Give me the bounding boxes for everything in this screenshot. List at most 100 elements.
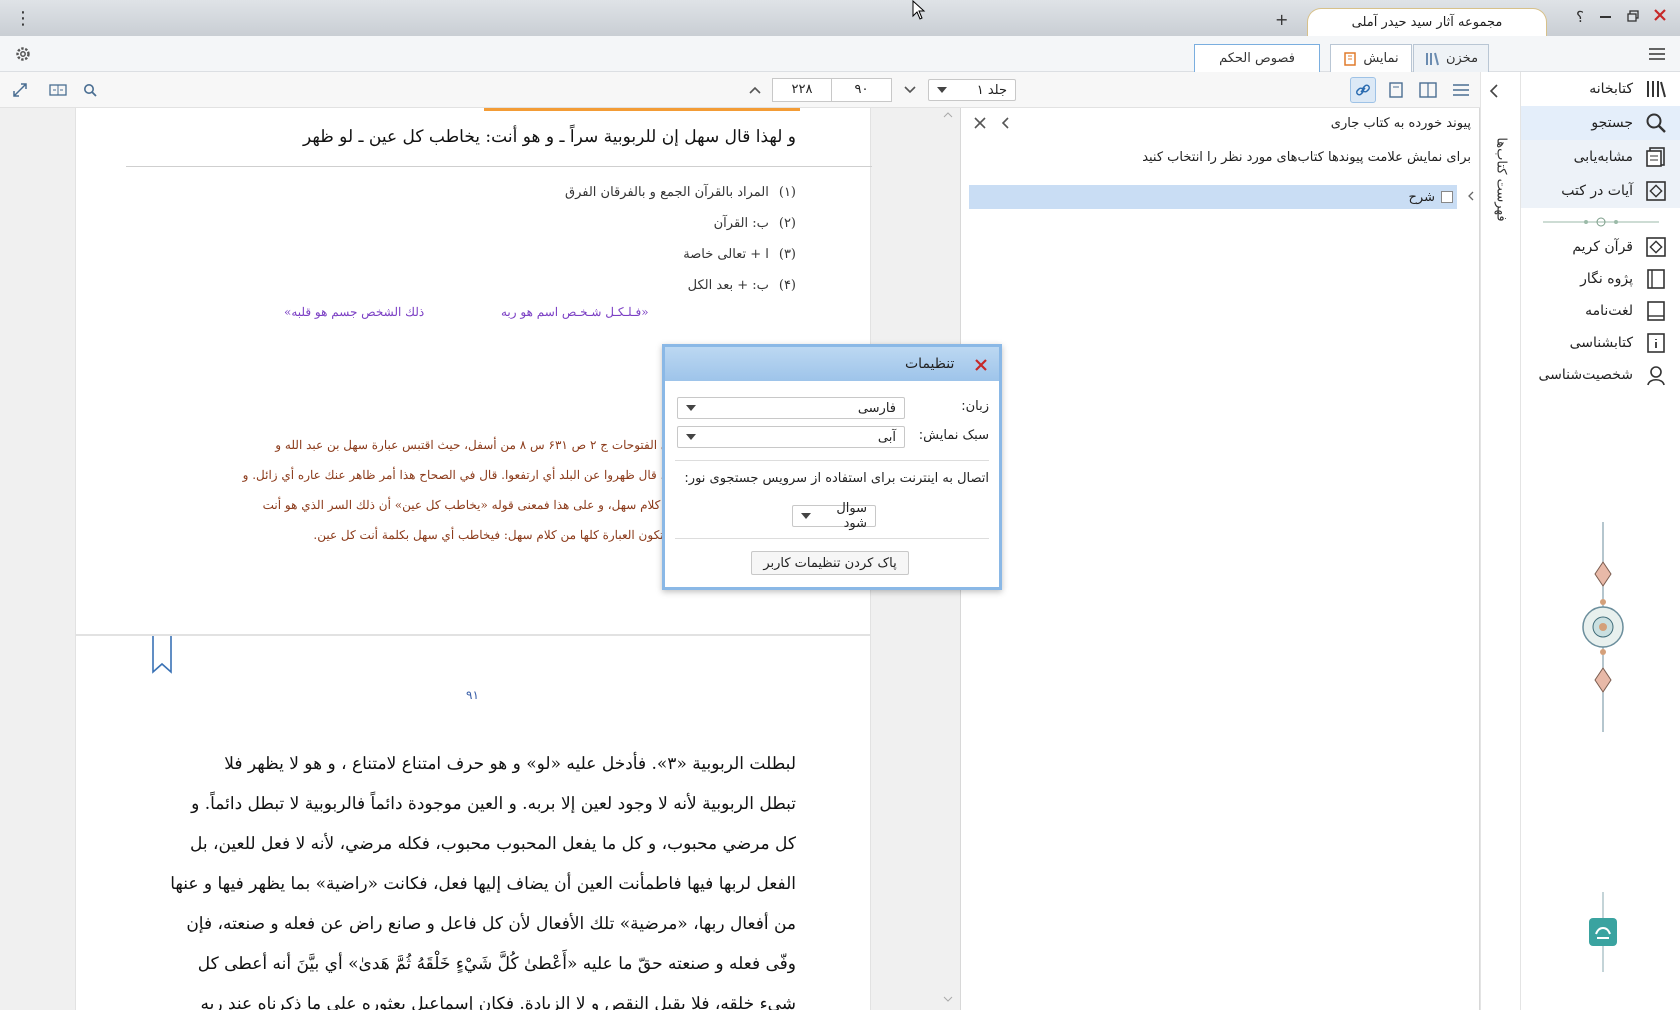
divider: [675, 538, 989, 539]
mouse-cursor-icon: [912, 0, 926, 20]
sidebar-item-dictionary[interactable]: لغت‌نامه: [1521, 294, 1680, 328]
window-tab-title: مجموعه آثار سید حیدر آملی: [1351, 15, 1503, 30]
expand-arrow-icon[interactable]: [1467, 191, 1475, 201]
sidebar-item-label: آیات در کتب: [1561, 183, 1633, 199]
sidebar-item-label: جستجو: [1591, 115, 1633, 131]
close-panel-icon[interactable]: [973, 116, 987, 130]
scroll-down-icon[interactable]: [943, 996, 953, 1002]
sidebar-item-label: پژوه نگار: [1580, 271, 1633, 287]
find-search-icon[interactable]: [77, 77, 103, 103]
collapse-sidebar-icon[interactable]: [1489, 84, 1499, 98]
language-select[interactable]: فارسی: [677, 397, 905, 419]
single-page-icon[interactable]: [1383, 77, 1409, 103]
internet-value: سوال شود: [836, 501, 867, 531]
volume-select[interactable]: جلد ۱: [928, 79, 1016, 101]
text-body: لبطلت الربوبية «۳». فأدخل عليه «لو» و هو…: [146, 744, 796, 1010]
quran-icon: [1645, 236, 1667, 258]
sidebar-item-notebook[interactable]: پژوه نگار: [1521, 262, 1680, 296]
title-bar: ⋮ مجموعه آثار سید حیدر آملی + ؟: [0, 0, 1680, 36]
panel-title: پیوند خورده به کتاب جاری: [1330, 116, 1471, 131]
reader-toolbar: ۲۲۸ ۹۰ جلد ۱: [0, 72, 1480, 108]
sidebar-item-label: مشابه‌یابی: [1573, 149, 1633, 165]
language-label: زبان:: [961, 399, 989, 414]
tab-view[interactable]: نمایش: [1330, 44, 1412, 72]
hamburger-menu-icon[interactable]: [1644, 41, 1670, 67]
style-value: آبی: [877, 429, 896, 445]
dialog-title: تنظیمات: [905, 356, 955, 372]
tab-book[interactable]: فصوص الحکم: [1194, 44, 1320, 72]
vertical-tab-books-list[interactable]: فهرست کتاب‌ها: [1494, 125, 1509, 235]
help-button[interactable]: ؟: [1576, 8, 1584, 26]
settings-dialog: تنظیمات زبان: فارسی سبک نمایش: آبی اتصال…: [662, 344, 1002, 590]
sidebar-item-verses[interactable]: آیات در کتب: [1521, 174, 1680, 208]
chevron-left-icon[interactable]: [1001, 117, 1009, 129]
footnote: (۱)المراد بالقرآن الجمع و بالفرقان الفرق: [564, 185, 796, 200]
tab-repository[interactable]: مخزن: [1413, 44, 1489, 72]
reset-settings-button[interactable]: پاک کردن تنظیمات کاربر: [751, 551, 909, 575]
links-icon[interactable]: [1350, 77, 1376, 103]
sidebar-item-bibliography[interactable]: کتابشناسی: [1521, 326, 1680, 360]
sidebar-item-label: کتابشناسی: [1569, 335, 1633, 351]
page-navigator: ۲۲۸ ۹۰: [772, 78, 892, 102]
tab-repository-label: مخزن: [1445, 51, 1479, 66]
chevron-down-icon: [686, 405, 696, 411]
style-label: سبک نمایش:: [918, 428, 989, 443]
sidebar-item-label: قرآن کریم: [1572, 239, 1633, 255]
footnote: (۲)ب: القرآن: [713, 216, 796, 231]
text-line: وفّى فعله و صنعته حقّ ما عليه «أَعْطىٰ ك…: [197, 954, 796, 974]
text-line: تبطل الربوبية لأنه لا وجود لعين إلا بربه…: [191, 794, 796, 814]
dialog-close-icon[interactable]: [975, 359, 987, 371]
notebook-icon: [1645, 268, 1667, 290]
chevron-down-icon: [937, 87, 947, 93]
repository-icon: [1424, 52, 1440, 66]
sidebar-item-library[interactable]: کتابخانه: [1521, 72, 1680, 106]
sidebar-item-label: لغت‌نامه: [1585, 303, 1633, 319]
tree-item-sharh[interactable]: شرح: [969, 185, 1457, 209]
add-tab-button[interactable]: +: [1275, 10, 1288, 29]
verses-icon: [1645, 180, 1667, 202]
footnote: (۴)ب: + بعد الكل: [687, 278, 796, 293]
window-tab[interactable]: مجموعه آثار سید حیدر آملی: [1307, 8, 1547, 36]
bibliography-icon: [1645, 332, 1667, 354]
style-select[interactable]: آبی: [677, 426, 905, 448]
settings-gear-icon[interactable]: [10, 41, 36, 67]
sidebar-item-person[interactable]: شخصیت‌شناسی: [1521, 358, 1680, 392]
text-line: لبطلت الربوبية «۳». فأدخل عليه «لو» و هو…: [224, 754, 796, 774]
scroll-up-icon[interactable]: [943, 112, 953, 118]
similar-icon: [1645, 146, 1667, 168]
bookmark-icon[interactable]: [151, 636, 173, 676]
double-page-icon[interactable]: [1415, 77, 1441, 103]
tab-book-label: فصوص الحکم: [1219, 51, 1295, 66]
page-down-icon[interactable]: [897, 77, 923, 103]
close-window-icon[interactable]: [1653, 8, 1667, 22]
commentary-line: بطلت الربوبية». قال ظهروا عن البلد أي ار…: [242, 468, 741, 482]
chevron-down-icon: [686, 434, 696, 440]
volume-value: جلد ۱: [976, 82, 1007, 98]
sidebar-item-similar[interactable]: مشابه‌یابی: [1521, 140, 1680, 174]
kebab-menu-icon[interactable]: ⋮: [14, 8, 32, 29]
internet-select[interactable]: سوال شود: [792, 501, 876, 531]
text-line: من أفعال ربها، «مرضية» تلك الأفعال لأن ك…: [186, 914, 796, 934]
tree-item-checkbox[interactable]: [1441, 191, 1453, 203]
dialog-titlebar: تنظیمات: [665, 347, 999, 381]
minimize-icon[interactable]: [1600, 9, 1614, 25]
restore-icon[interactable]: [1627, 10, 1639, 22]
page-number: ۹۱: [466, 688, 479, 702]
sidebar-item-search[interactable]: جستجو: [1521, 106, 1680, 140]
commentary-block: ذكرها الشيخ في الفتوحات ج ۲ ص ۶۳۱ س ۸ من…: [151, 430, 741, 550]
tab-view-label: نمایش: [1363, 51, 1399, 66]
person-icon: [1645, 364, 1667, 386]
compare-icon[interactable]: [45, 77, 71, 103]
text-line: الفعل لربها فيها فاطمأنت العين أن يضاف إ…: [170, 874, 796, 894]
list-view-icon[interactable]: [1448, 77, 1474, 103]
text-line: و لهذا قال سهل إن للربوبية سراً ـ و هو أ…: [303, 127, 796, 147]
dictionary-icon: [1645, 300, 1667, 322]
sidebar-item-quran[interactable]: قرآن کریم: [1521, 230, 1680, 264]
page-up-icon[interactable]: [742, 77, 768, 103]
page-current-input[interactable]: ۹۰: [832, 79, 891, 101]
book-page: ۹۱ لبطلت الربوبية «۳». فأدخل عليه «لو» و…: [75, 635, 871, 1010]
app-bar: فصوص الحکم نمایش مخزن: [0, 36, 1680, 72]
commentary-line: جود. و يصح أن تكون العبارة كلها من كلام …: [313, 528, 741, 542]
footnote: (۳)ا + تعالى خاصة: [683, 247, 796, 262]
expand-icon[interactable]: [7, 77, 33, 103]
